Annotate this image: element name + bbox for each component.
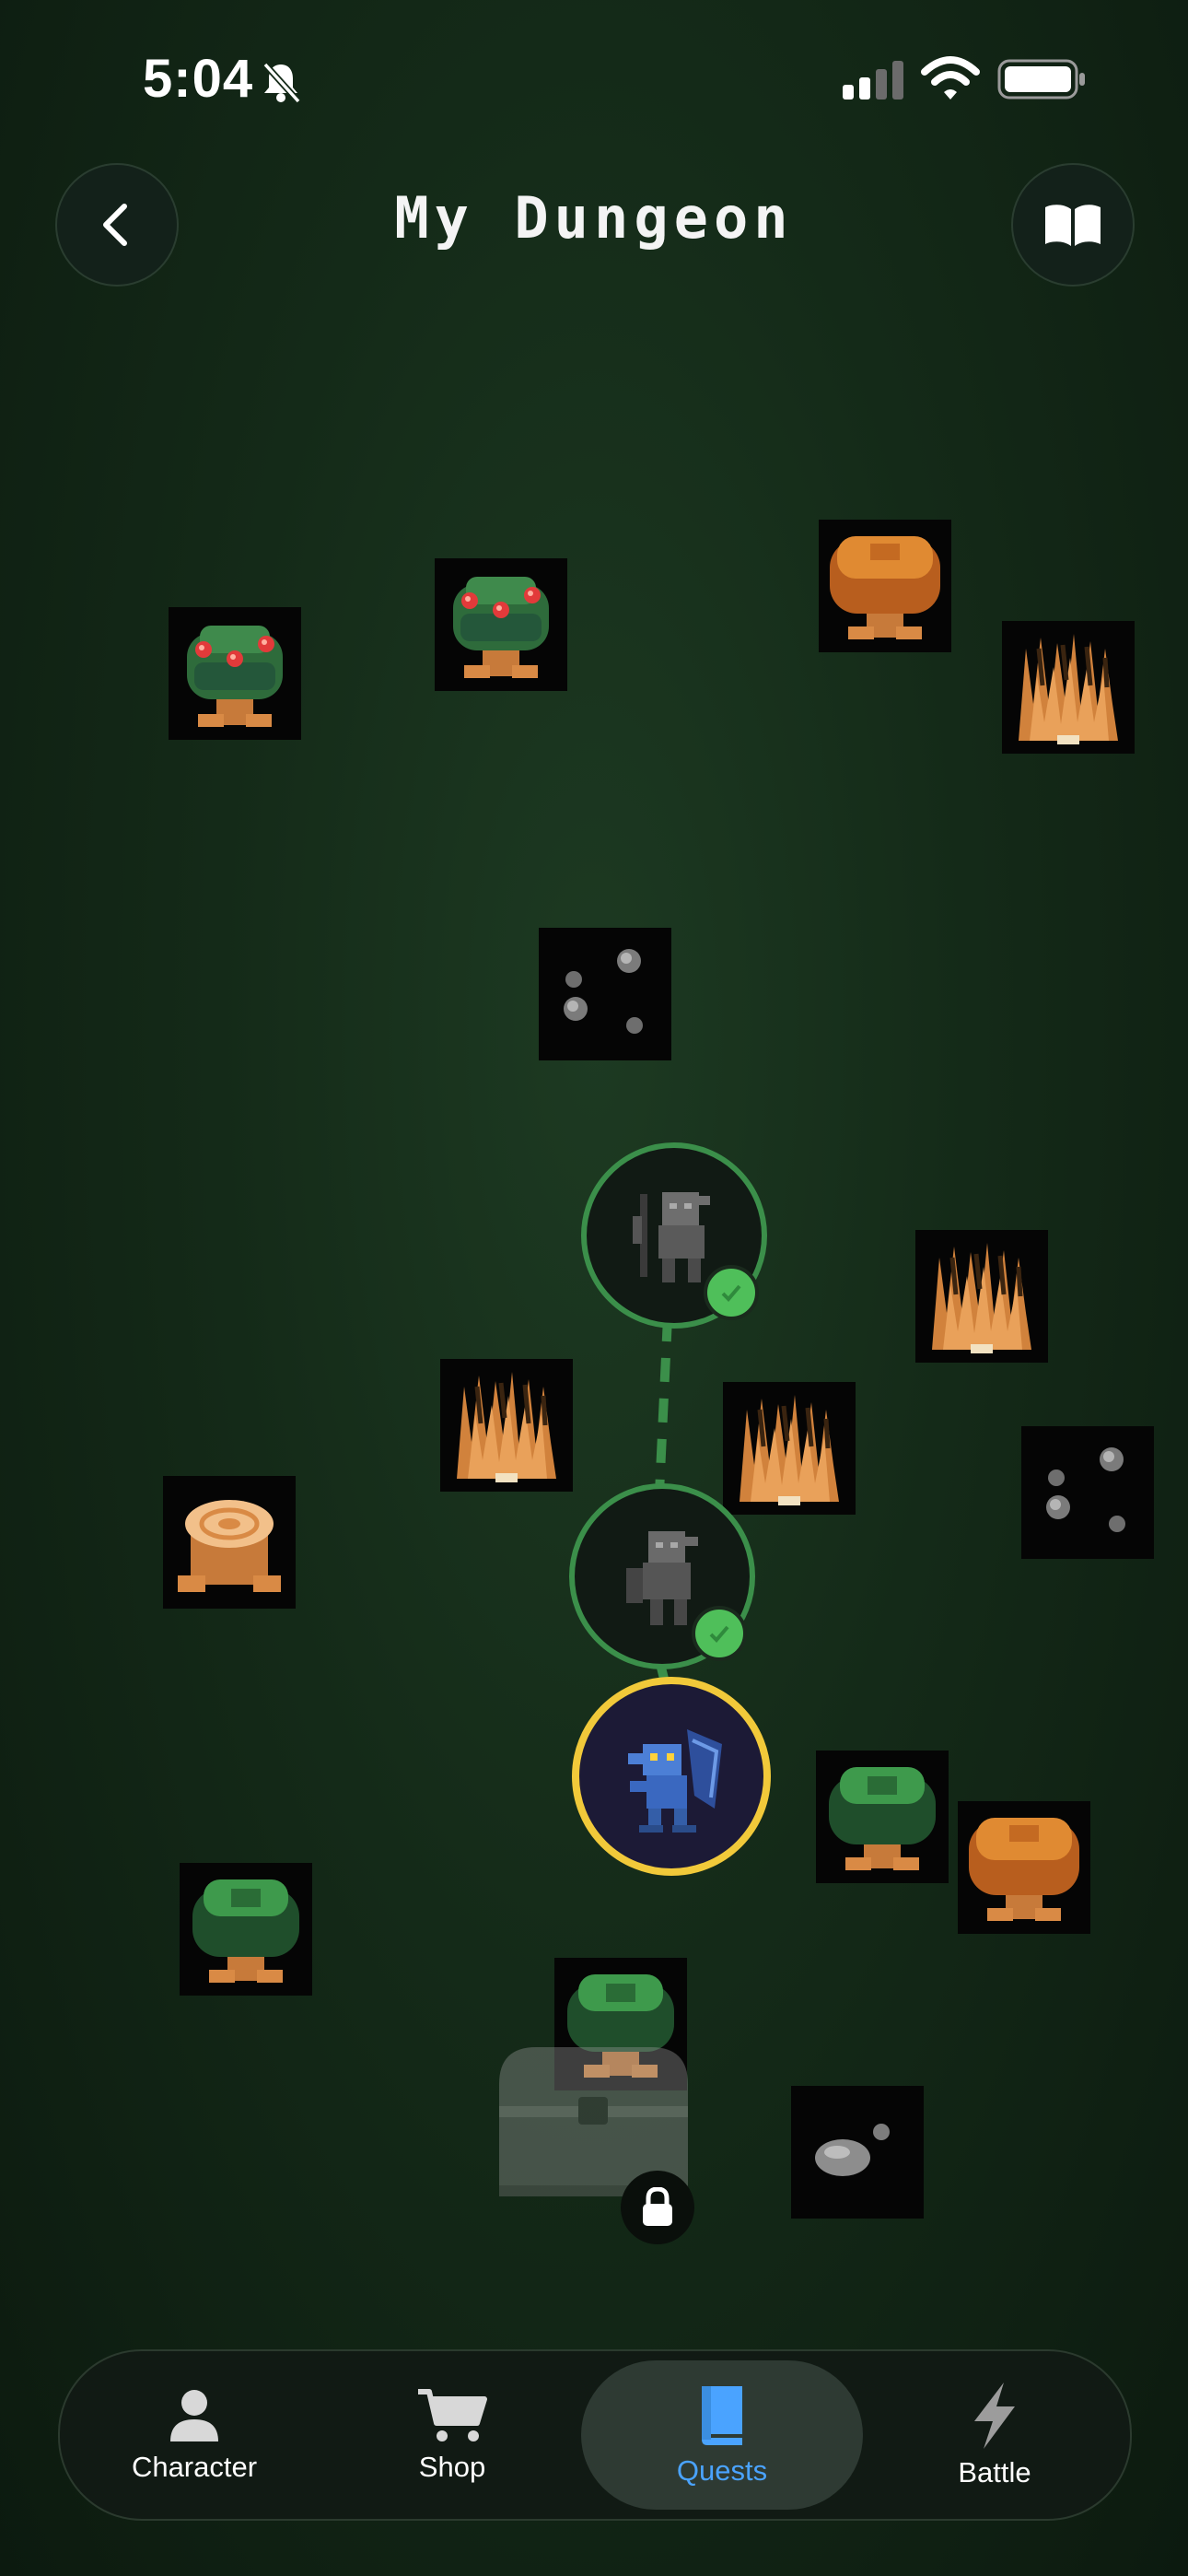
completed-check-icon	[692, 1606, 747, 1661]
tab-bar: Character Shop Quests Battle	[58, 2349, 1132, 2521]
wheat-tile	[440, 1359, 573, 1492]
book-icon	[702, 2386, 742, 2445]
person-icon	[170, 2390, 218, 2441]
wheat-tile	[723, 1382, 856, 1515]
tab-quests-label: Quests	[676, 2454, 768, 2487]
tab-character-label: Character	[131, 2451, 258, 2483]
page-title: My Dungeon	[394, 184, 794, 252]
fruit-tree-tile	[435, 558, 567, 691]
tab-battle-label: Battle	[958, 2456, 1031, 2488]
tab-shop-label: Shop	[418, 2451, 486, 2483]
wifi-icon	[921, 56, 980, 100]
cart-icon	[418, 2389, 487, 2441]
green-tree-tile	[180, 1863, 312, 1996]
rocks-tile	[539, 928, 671, 1060]
completed-check-icon	[704, 1265, 759, 1320]
bell-muted-icon	[262, 62, 301, 104]
guide-button[interactable]	[1011, 163, 1135, 287]
stump-tile	[163, 1476, 296, 1609]
wheat-tile	[915, 1230, 1048, 1363]
status-time: 5:04	[143, 49, 254, 109]
tab-shop[interactable]: Shop	[332, 2360, 572, 2510]
wheat-tile	[1002, 621, 1135, 754]
stone-tile	[791, 2086, 924, 2219]
fruit-tree-tile	[169, 607, 301, 740]
blue-dragon-icon	[628, 1729, 722, 1832]
tab-battle[interactable]: Battle	[870, 2360, 1119, 2510]
bolt-icon	[974, 2383, 1015, 2449]
open-book-icon	[1045, 205, 1101, 246]
orange-bush-tile	[819, 520, 951, 652]
orange-bush-tile	[958, 1801, 1090, 1934]
locked-reward[interactable]	[621, 2171, 694, 2244]
signal-icon	[843, 61, 903, 100]
battery-icon	[997, 59, 1085, 100]
lock-icon	[643, 2187, 672, 2226]
tab-character[interactable]: Character	[75, 2360, 314, 2510]
tab-quests[interactable]: Quests	[581, 2360, 863, 2510]
quest-node-current[interactable]	[572, 1677, 771, 1876]
green-tree-tile	[816, 1751, 949, 1883]
rocks-tile	[1021, 1426, 1154, 1559]
